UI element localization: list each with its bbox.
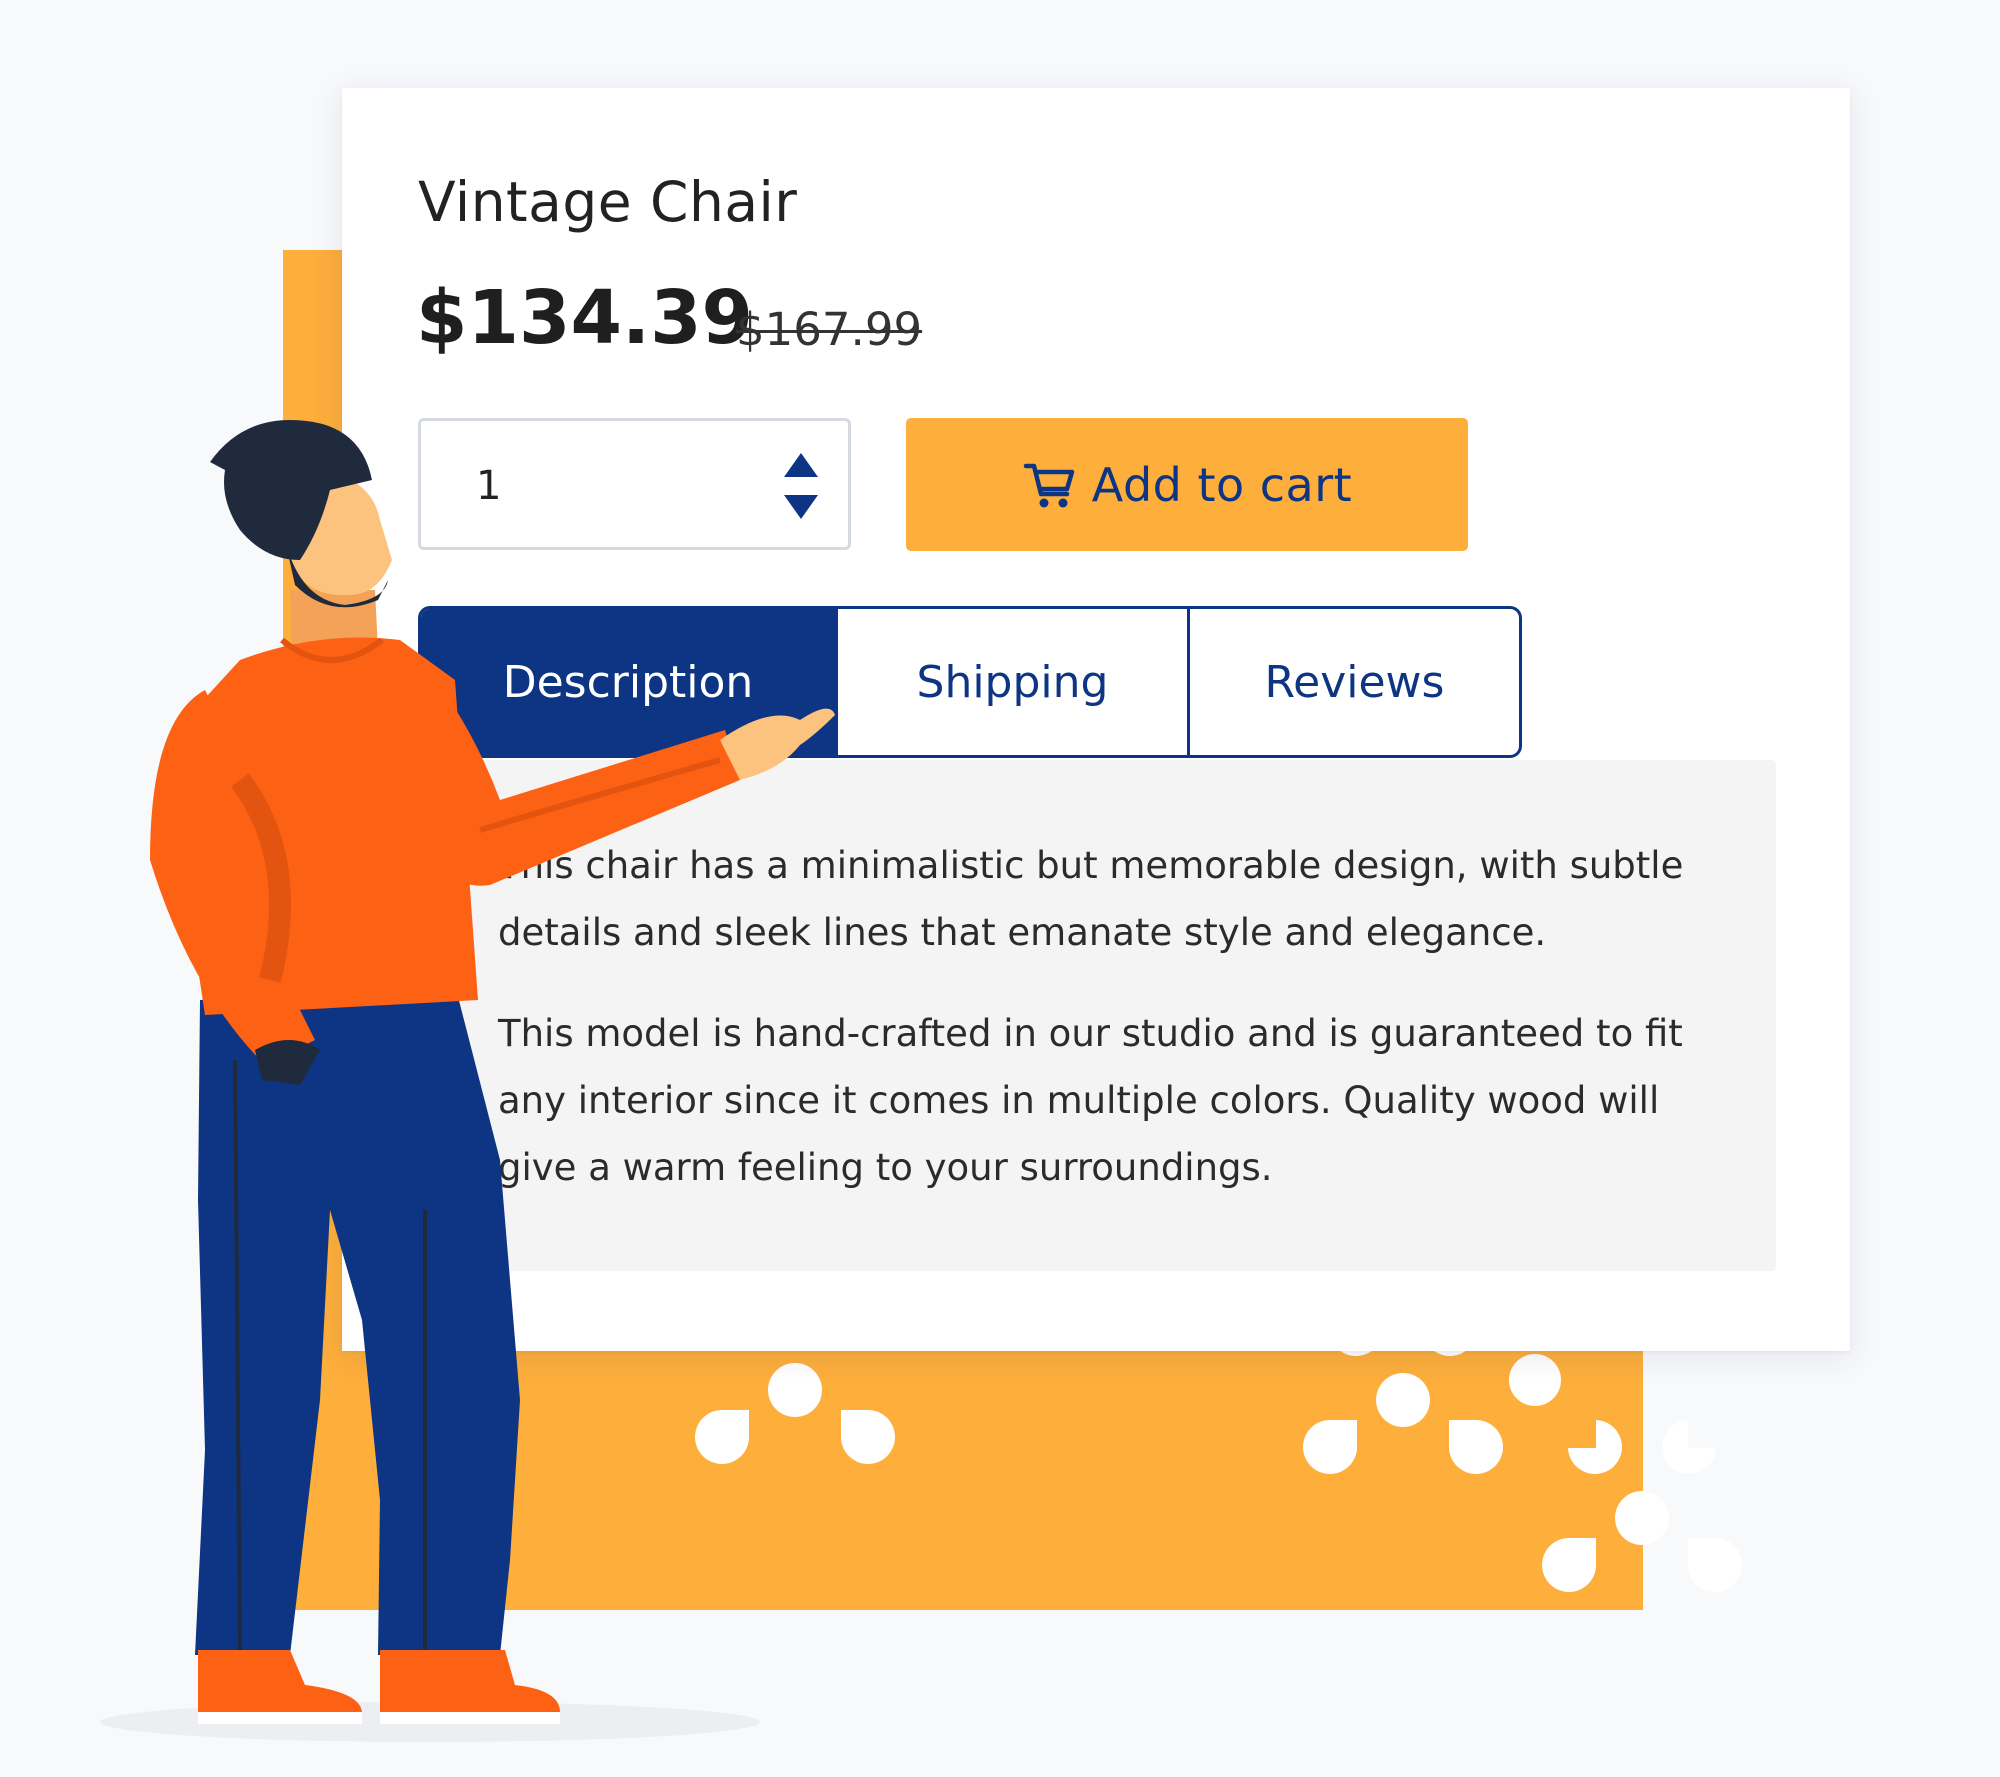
product-scene: Vintage Chair $134.39 $167.99 1 Add to c… [0, 0, 2000, 1777]
tab-description[interactable]: Description [421, 609, 835, 755]
product-title: Vintage Chair [418, 170, 798, 234]
quantity-value[interactable]: 1 [476, 463, 501, 509]
up-down-arrows-icon[interactable] [784, 453, 818, 519]
add-to-cart-button[interactable]: Add to cart [906, 418, 1468, 551]
product-price: $134.39 [416, 275, 754, 361]
original-price: $167.99 [736, 303, 923, 356]
quantity-stepper[interactable]: 1 [418, 418, 851, 550]
shopping-cart-icon [1023, 463, 1075, 507]
product-tabs: Description Shipping Reviews [418, 606, 1522, 758]
tab-shipping[interactable]: Shipping [835, 609, 1187, 755]
tab-reviews[interactable]: Reviews [1187, 609, 1519, 755]
add-to-cart-label: Add to cart [1091, 457, 1353, 512]
description-paragraph: This model is hand-crafted in our studio… [498, 1012, 1683, 1189]
description-paragraph: This chair has a minimalistic but memora… [498, 844, 1684, 954]
